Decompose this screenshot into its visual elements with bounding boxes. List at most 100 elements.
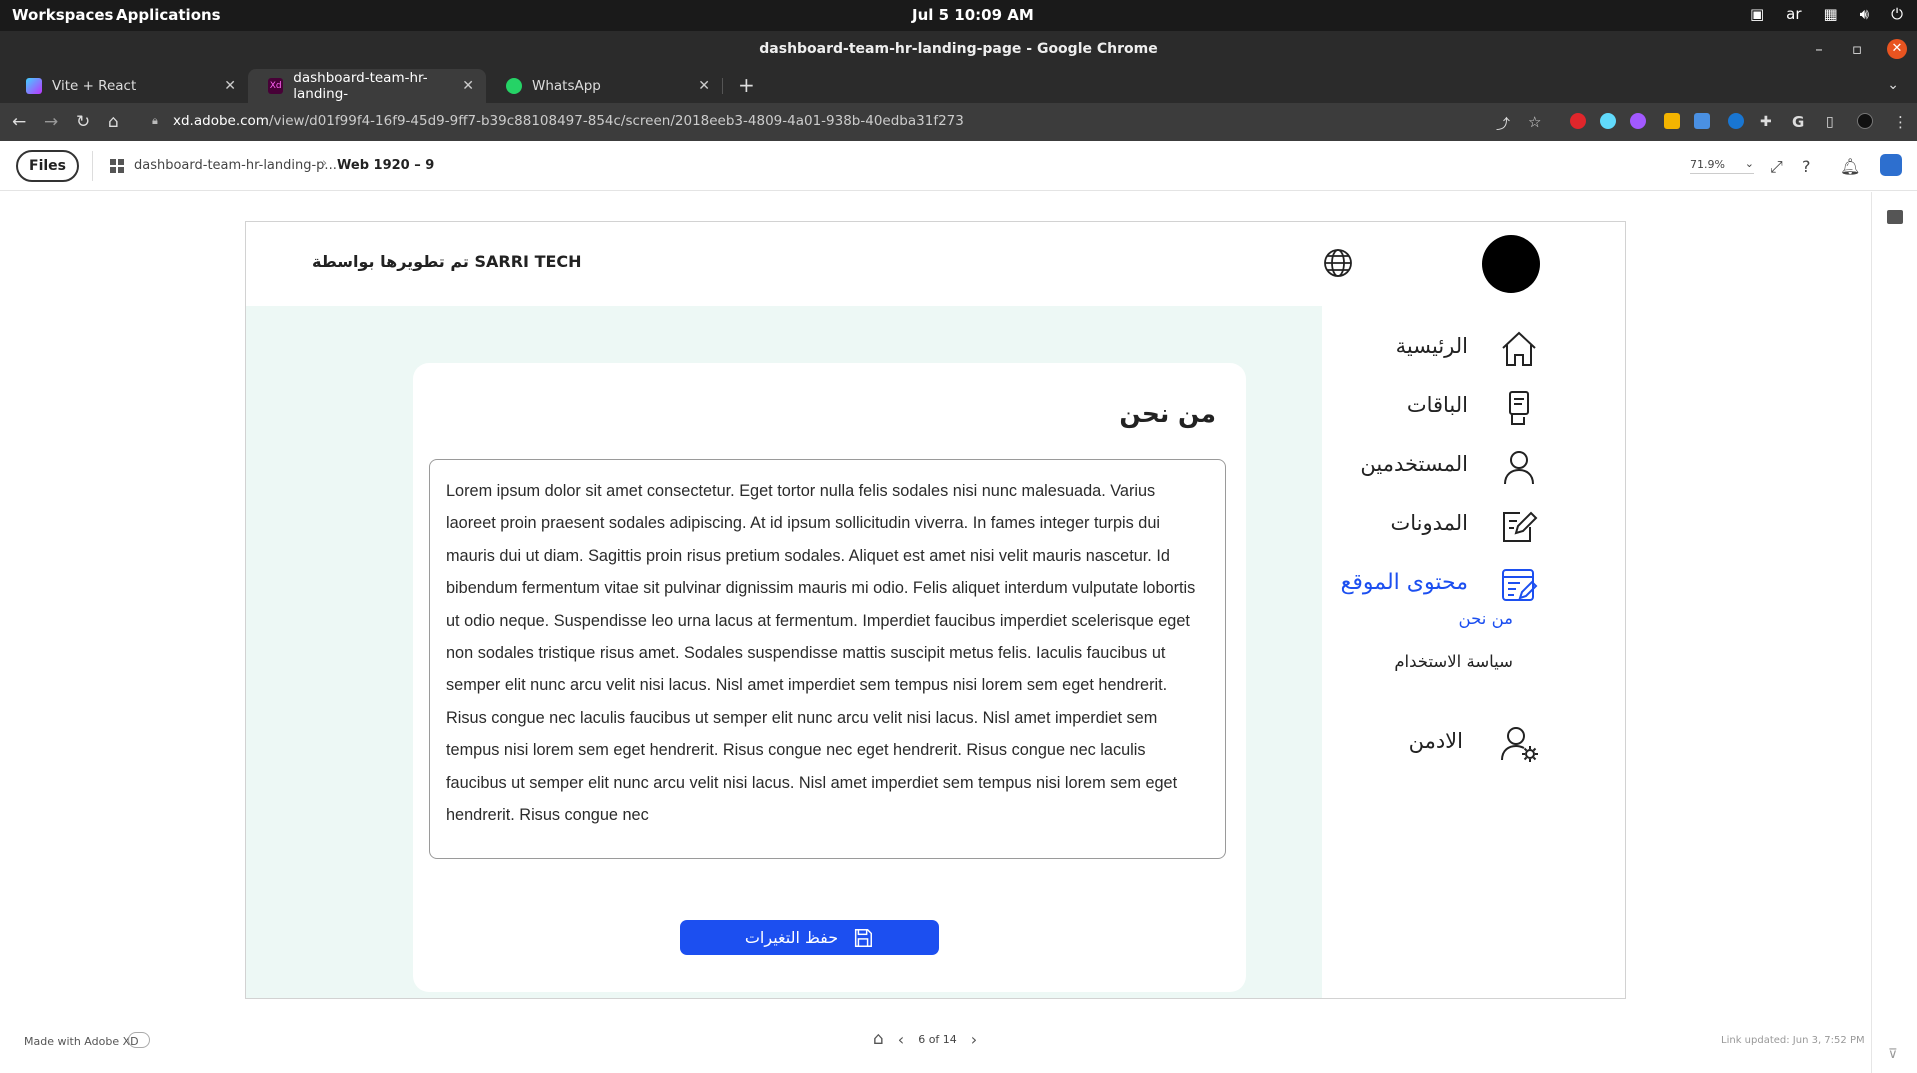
tab-search-icon[interactable]: ⌄ — [1887, 77, 1899, 93]
document-edit-icon — [1502, 569, 1538, 601]
sidebar-item-admin[interactable]: الادمن — [1322, 719, 1625, 769]
sidebar-item-label: الادمن — [1408, 729, 1463, 753]
artboard: تم تطويرها بواسطة SARRI TECH من نحن Lore… — [245, 221, 1626, 999]
vite-icon — [26, 78, 42, 94]
package-hand-icon — [1509, 391, 1529, 425]
sidebar-subitem-about[interactable]: من نحن — [1459, 609, 1513, 628]
comments-rail — [1871, 192, 1917, 1073]
creative-cloud-icon — [128, 1032, 150, 1048]
window-controls: – ▫ ✕ — [1811, 39, 1907, 59]
home-screen-icon[interactable]: ⌂ — [873, 1029, 884, 1049]
app-header: تم تطويرها بواسطة SARRI TECH — [246, 222, 1625, 306]
sidebar-item-label: الرئيسية — [1395, 334, 1468, 358]
save-changes-button[interactable]: حفظ التغيرات — [680, 920, 939, 955]
tab-adobe-xd[interactable]: Xd dashboard-team-hr-landing- ✕ — [248, 69, 486, 103]
volume-icon[interactable]: 🔊︎ — [1860, 5, 1869, 23]
side-panel-icon[interactable]: ▯ — [1826, 114, 1834, 130]
close-tab-icon[interactable]: ✕ — [698, 78, 710, 94]
edit-note-icon — [1503, 511, 1538, 542]
cc-app-icon[interactable] — [1880, 154, 1902, 176]
window-title: dashboard-team-hr-landing-page - Google … — [759, 41, 1158, 57]
user-settings-icon — [1501, 727, 1538, 762]
screen-pager: ⌂ ‹ 6 of 14 › — [873, 1029, 977, 1049]
files-button[interactable]: Files — [16, 150, 79, 182]
system-tray: ▣ ar ▦ 🔊︎ ⏻ — [1750, 5, 1903, 23]
feedback-icon[interactable]: ⊽ — [1888, 1047, 1898, 1062]
fullscreen-icon[interactable]: ⤢ — [1770, 157, 1783, 177]
sidebar-item-label: الباقات — [1406, 393, 1468, 417]
sidebar-item-blogs[interactable]: المدونات — [1322, 501, 1625, 551]
zoom-select[interactable]: 71.9% ⌄ — [1690, 157, 1754, 174]
chevron-right-icon: › — [322, 156, 328, 171]
os-top-bar: Workspaces Applications Jul 5 10:09 AM ▣… — [0, 0, 1917, 31]
avatar[interactable] — [1482, 235, 1540, 293]
calendar-icon[interactable]: ▦ — [1823, 5, 1837, 23]
sidebar-item-site-content[interactable]: محتوى الموقع — [1322, 560, 1625, 610]
address-bar: ← → ↻ ⌂ 🔒︎ xd.adobe.com/view/d01f99f4-16… — [0, 103, 1917, 141]
content-area: من نحن Lorem ipsum dolor sit amet consec… — [246, 306, 1322, 998]
tab-strip: Vite + React ✕ Xd dashboard-team-hr-land… — [0, 69, 1917, 103]
extensions-puzzle-icon[interactable]: ✚ — [1760, 114, 1772, 130]
share-icon[interactable]: ⤴ — [1496, 114, 1510, 134]
back-icon[interactable]: ← — [12, 112, 26, 132]
tab-label: WhatsApp — [532, 78, 601, 94]
bookmark-star-icon[interactable]: ☆ — [1528, 113, 1541, 131]
close-tab-icon[interactable]: ✕ — [462, 78, 474, 94]
help-icon[interactable]: ? — [1802, 157, 1811, 176]
user-icon — [1504, 451, 1534, 485]
extension-icon[interactable] — [1664, 113, 1680, 129]
adobe-xd-icon: Xd — [268, 78, 284, 94]
maximize-icon[interactable]: ▫ — [1849, 40, 1865, 58]
sidebar-subitem-terms[interactable]: سياسة الاستخدام — [1394, 652, 1513, 671]
breadcrumb-project[interactable]: dashboard-team-hr-landing-p... — [134, 158, 337, 173]
next-screen-icon[interactable]: › — [971, 1030, 977, 1049]
about-textarea[interactable]: Lorem ipsum dolor sit amet consectetur. … — [429, 459, 1226, 859]
reload-icon[interactable]: ↻ — [76, 112, 90, 132]
sidebar-item-users[interactable]: المستخدمين — [1322, 442, 1625, 492]
made-with-adobe-xd[interactable]: Made with Adobe XD — [24, 1035, 139, 1048]
home-icon — [1502, 331, 1536, 366]
home-icon[interactable]: ⌂ — [108, 112, 119, 132]
close-tab-icon[interactable]: ✕ — [224, 78, 236, 94]
globe-icon[interactable] — [1322, 247, 1354, 279]
new-tab-icon[interactable]: + — [738, 73, 755, 97]
clock[interactable]: Jul 5 10:09 AM — [912, 6, 1034, 24]
forward-icon[interactable]: → — [44, 112, 58, 132]
tab-vite-react[interactable]: Vite + React ✕ — [6, 69, 249, 103]
comment-icon[interactable] — [1887, 210, 1903, 224]
sidebar-item-packages[interactable]: الباقات — [1322, 383, 1625, 433]
previous-screen-icon[interactable]: ‹ — [898, 1030, 904, 1049]
react-devtools-icon[interactable] — [1600, 113, 1616, 129]
extension-icon[interactable] — [1694, 113, 1710, 129]
sidebar: الرئيسية الباقات المستخدمين المدونات محت… — [1322, 306, 1625, 998]
developer-credit: تم تطويرها بواسطة SARRI TECH — [312, 252, 582, 271]
save-button-label: حفظ التغيرات — [744, 928, 839, 947]
window-title-bar: dashboard-team-hr-landing-page - Google … — [0, 31, 1917, 69]
extension-icon[interactable] — [1570, 113, 1586, 129]
google-icon[interactable]: G — [1792, 113, 1804, 131]
close-window-icon[interactable]: ✕ — [1887, 39, 1907, 59]
grid-icon[interactable] — [110, 159, 124, 173]
minimize-icon[interactable]: – — [1811, 40, 1827, 58]
xd-toolbar: Files dashboard-team-hr-landing-p... › W… — [0, 141, 1917, 191]
applications-menu[interactable]: Applications — [116, 6, 221, 24]
extension-icon[interactable] — [1630, 113, 1646, 129]
bell-icon[interactable]: 🔔︎ — [1840, 157, 1860, 176]
extension-icon[interactable] — [1728, 113, 1744, 129]
sidebar-item-home[interactable]: الرئيسية — [1322, 324, 1625, 374]
url-field[interactable]: xd.adobe.com/view/d01f99f4-16f9-45d9-9ff… — [173, 113, 964, 129]
workspaces-menu[interactable]: Workspaces — [12, 6, 113, 24]
lock-icon[interactable]: 🔒︎ — [152, 114, 158, 128]
tab-label: dashboard-team-hr-landing- — [293, 70, 428, 102]
more-menu-icon[interactable]: ⋮ — [1893, 113, 1908, 131]
save-icon — [855, 928, 873, 947]
display-icon[interactable]: ▣ — [1750, 5, 1764, 23]
sidebar-item-label: محتوى الموقع — [1340, 570, 1468, 595]
page-title: من نحن — [1119, 399, 1216, 428]
about-card: من نحن Lorem ipsum dolor sit amet consec… — [413, 363, 1246, 992]
keyboard-layout[interactable]: ar — [1786, 5, 1801, 23]
breadcrumb-screen[interactable]: Web 1920 – 9 — [337, 158, 434, 173]
tab-whatsapp[interactable]: WhatsApp ✕ — [486, 69, 723, 103]
power-icon[interactable]: ⏻ — [1891, 5, 1903, 23]
profile-avatar[interactable] — [1857, 113, 1873, 129]
